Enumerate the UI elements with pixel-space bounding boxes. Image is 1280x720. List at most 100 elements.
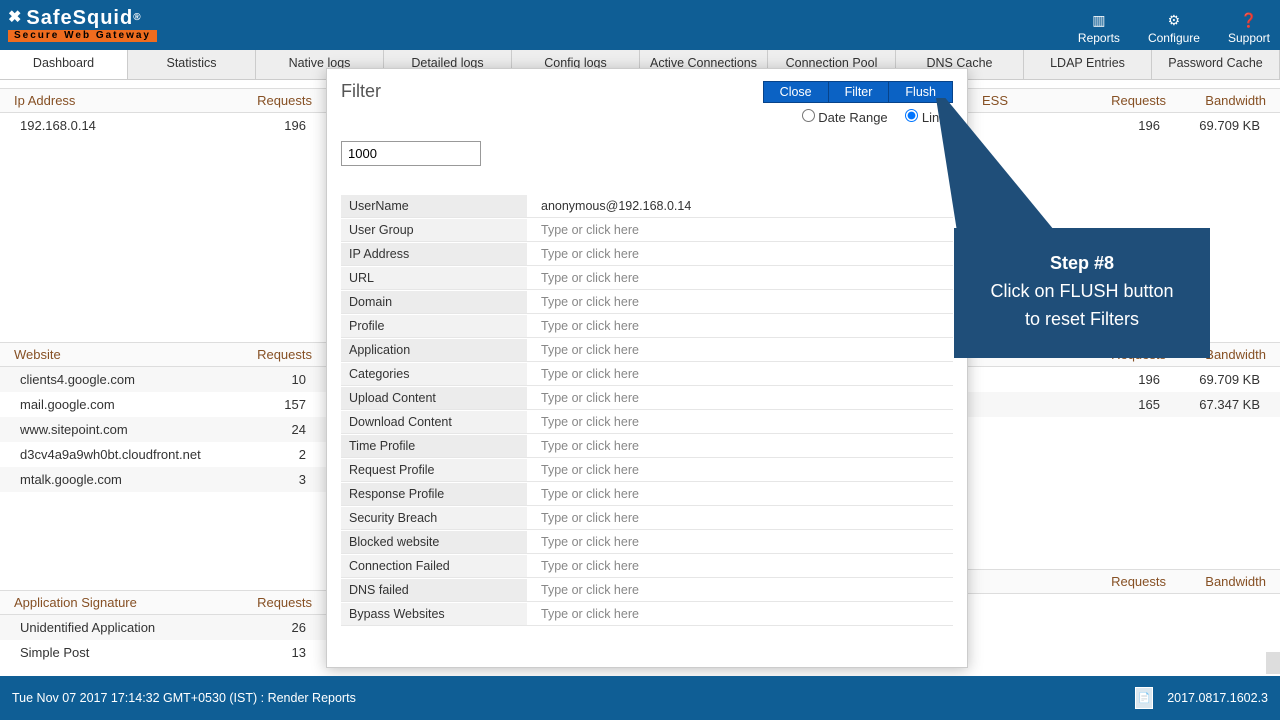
footer-version: 2017.0817.1602.3 — [1167, 691, 1268, 705]
right-mid-row-1[interactable]: 165 67.347 KB — [968, 392, 1280, 417]
right-top-bw: Bandwidth — [1166, 93, 1266, 108]
configure-label: Configure — [1148, 31, 1200, 45]
callout-line3: to reset Filters — [968, 306, 1196, 334]
lines-limit-input[interactable] — [341, 141, 481, 166]
right-mid-row-0[interactable]: 196 69.709 KB — [968, 367, 1280, 392]
filter-row: UserName — [341, 194, 953, 218]
filter-row: Profile — [341, 314, 953, 338]
filter-input[interactable] — [527, 267, 953, 289]
filter-input[interactable] — [527, 195, 953, 217]
reports-action[interactable]: ▥ Reports — [1078, 12, 1120, 45]
callout-line2: Click on FLUSH button — [968, 278, 1196, 306]
website-row[interactable]: clients4.google.com10 — [0, 367, 326, 392]
ip-count: 196 — [226, 118, 306, 133]
filter-input[interactable] — [527, 315, 953, 337]
filter-label: DNS failed — [341, 579, 527, 601]
filter-input[interactable] — [527, 603, 953, 625]
brand-logo: ✖ SafeSquid® Secure Web Gateway — [8, 8, 157, 42]
filter-label: User Group — [341, 219, 527, 241]
filter-grid: UserNameUser GroupIP AddressURLDomainPro… — [341, 194, 953, 626]
appsig-row[interactable]: Unidentified Application26 — [0, 615, 326, 640]
footer-status: Tue Nov 07 2017 17:14:32 GMT+0530 (IST) … — [12, 691, 356, 705]
filter-label: Response Profile — [341, 483, 527, 505]
scrollbar[interactable] — [1266, 652, 1280, 674]
gears-icon: ⚙ — [1148, 12, 1200, 29]
filter-label: Application — [341, 339, 527, 361]
appsig-row[interactable]: Simple Post13 — [0, 640, 326, 665]
website-row[interactable]: www.sitepoint.com24 — [0, 417, 326, 442]
filter-button[interactable]: Filter — [829, 81, 890, 103]
filter-input[interactable] — [527, 219, 953, 241]
right-top-req: Requests — [1086, 93, 1166, 108]
right-top-ess: ESS — [982, 93, 1086, 108]
brand-tagline: Secure Web Gateway — [8, 30, 157, 42]
filter-input[interactable] — [527, 459, 953, 481]
ip-header-col2: Requests — [232, 93, 312, 108]
tab-ldap-entries[interactable]: LDAP Entries — [1024, 50, 1152, 79]
callout-step: Step #8 — [968, 250, 1196, 278]
website-row[interactable]: mtalk.google.com3 — [0, 467, 326, 492]
filter-label: Bypass Websites — [341, 603, 527, 625]
right-top-row-req: 196 — [1080, 118, 1160, 133]
filter-row: Bypass Websites — [341, 602, 953, 626]
filter-label: URL — [341, 267, 527, 289]
modal-title: Filter — [341, 81, 381, 102]
filter-row: User Group — [341, 218, 953, 242]
modal-radio-row: Date Range Lines — [763, 109, 953, 125]
filter-label: Categories — [341, 363, 527, 385]
website-row[interactable]: d3cv4a9a9wh0bt.cloudfront.net2 — [0, 442, 326, 467]
ip-header-col1: Ip Address — [14, 93, 232, 108]
appsig-header: Application Signature Requests — [0, 590, 326, 615]
filter-input[interactable] — [527, 531, 953, 553]
tab-statistics[interactable]: Statistics — [128, 50, 256, 79]
filter-input[interactable] — [527, 291, 953, 313]
right-top-row-bw: 69.709 KB — [1160, 118, 1260, 133]
export-doc-icon[interactable]: 📄 — [1135, 687, 1153, 709]
close-button[interactable]: Close — [763, 81, 829, 103]
support-label: Support — [1228, 31, 1270, 45]
filter-input[interactable] — [527, 507, 953, 529]
chart-icon: ▥ — [1078, 12, 1120, 29]
filter-label: Domain — [341, 291, 527, 313]
filter-row: URL — [341, 266, 953, 290]
filter-input[interactable] — [527, 435, 953, 457]
filter-label: Time Profile — [341, 435, 527, 457]
filter-row: Download Content — [341, 410, 953, 434]
configure-action[interactable]: ⚙ Configure — [1148, 12, 1200, 45]
radio-date-range[interactable]: Date Range — [802, 110, 888, 125]
website-row[interactable]: mail.google.com157 — [0, 392, 326, 417]
filter-row: Response Profile — [341, 482, 953, 506]
filter-input[interactable] — [527, 363, 953, 385]
right-top-row[interactable]: 196 69.709 KB — [968, 113, 1280, 138]
filter-input[interactable] — [527, 387, 953, 409]
tab-dashboard[interactable]: Dashboard — [0, 50, 128, 79]
filter-row: Application — [341, 338, 953, 362]
filter-label: Profile — [341, 315, 527, 337]
filter-row: Domain — [341, 290, 953, 314]
filter-row: Time Profile — [341, 434, 953, 458]
filter-label: Connection Failed — [341, 555, 527, 577]
support-action[interactable]: ❓ Support — [1228, 12, 1270, 45]
filter-input[interactable] — [527, 483, 953, 505]
filter-input[interactable] — [527, 411, 953, 433]
filter-input[interactable] — [527, 579, 953, 601]
filter-row: Blocked website — [341, 530, 953, 554]
filter-input[interactable] — [527, 339, 953, 361]
appsig-header-col2: Requests — [232, 595, 312, 610]
reports-label: Reports — [1078, 31, 1120, 45]
tab-password-cache[interactable]: Password Cache — [1152, 50, 1280, 79]
website-header-col2: Requests — [232, 347, 312, 362]
filter-row: Request Profile — [341, 458, 953, 482]
filter-label: Blocked website — [341, 531, 527, 553]
ip-row[interactable]: 192.168.0.14 196 — [0, 113, 326, 138]
filter-input[interactable] — [527, 555, 953, 577]
filter-row: Security Breach — [341, 506, 953, 530]
filter-label: Download Content — [341, 411, 527, 433]
filter-input[interactable] — [527, 243, 953, 265]
ip-cell: 192.168.0.14 — [20, 118, 226, 133]
instruction-callout: Step #8 Click on FLUSH button to reset F… — [954, 228, 1210, 358]
filter-label: UserName — [341, 195, 527, 217]
app-header: ✖ SafeSquid® Secure Web Gateway ▥ Report… — [0, 0, 1280, 50]
left-panel: Ip Address Requests 192.168.0.14 196 Web… — [0, 80, 326, 665]
filter-modal: Filter Close Filter Flush Date Range Lin… — [326, 68, 968, 668]
